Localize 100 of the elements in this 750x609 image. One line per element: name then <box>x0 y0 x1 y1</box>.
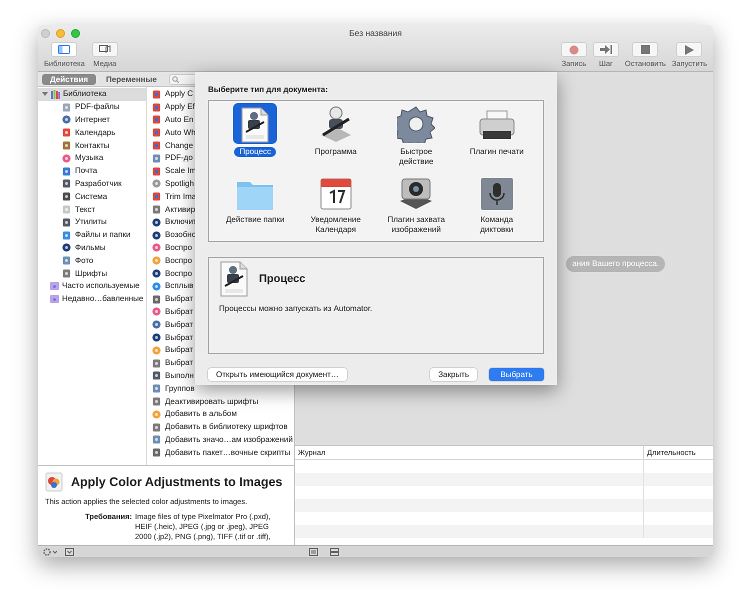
sidebar-item[interactable]: Почта <box>38 164 146 178</box>
app-icon <box>152 205 161 214</box>
app-icon <box>62 256 71 266</box>
action-item[interactable]: Воспро <box>165 268 192 280</box>
sidebar-item[interactable]: Шрифты <box>38 267 146 280</box>
action-item[interactable]: Деактивировать шрифты <box>165 396 258 408</box>
sidebar-item[interactable]: Фильмы <box>38 242 146 254</box>
action-item[interactable]: Добавить значо…ам изображений <box>165 434 293 446</box>
action-item[interactable]: Активир <box>165 204 196 216</box>
document-type[interactable]: Процесс <box>215 103 296 171</box>
document-type[interactable]: Действие папки <box>215 171 296 239</box>
action-item[interactable]: Воспро <box>165 254 192 267</box>
step-icon <box>600 45 612 54</box>
sidebar-item[interactable]: Часто используемые <box>38 280 146 293</box>
app-icon <box>62 205 71 214</box>
document-type[interactable]: Программа <box>296 103 376 171</box>
media-icon <box>98 45 111 54</box>
app-icon <box>152 179 161 188</box>
action-item[interactable]: Выбрат <box>165 344 194 356</box>
sidebar-item[interactable]: Утилиты <box>38 216 146 229</box>
app-icon <box>152 128 161 138</box>
app-icon <box>62 166 71 176</box>
app-icon <box>62 218 71 227</box>
sidebar-item[interactable]: Фото <box>38 254 146 268</box>
app-icon <box>62 154 71 163</box>
action-item[interactable]: Выполн <box>165 370 194 382</box>
disclosure-triangle-icon <box>42 91 48 98</box>
books-icon <box>51 90 60 99</box>
window-title: Без названия <box>349 26 402 40</box>
color-adjust-icon <box>45 472 63 492</box>
action-item[interactable]: Всплыв <box>165 280 194 292</box>
document-type[interactable]: Команда диктовки <box>456 171 537 239</box>
action-item[interactable]: Change <box>165 140 194 152</box>
action-item[interactable]: Добавить пакет…вочные скрипты <box>165 446 290 459</box>
app-icon <box>62 192 71 202</box>
sidebar-item[interactable]: Текст <box>38 203 146 216</box>
app-icon <box>152 192 161 202</box>
zoom-button[interactable] <box>71 29 80 38</box>
action-item[interactable]: Apply C <box>165 88 194 100</box>
action-item[interactable]: Воспро <box>165 242 192 254</box>
action-item[interactable]: Возобно <box>165 229 196 242</box>
app-icon <box>152 358 161 368</box>
app-icon <box>62 128 71 138</box>
app-icon <box>152 397 161 406</box>
document-type[interactable]: Плагин захвата изображений <box>376 171 456 239</box>
app-icon <box>152 448 161 458</box>
sidebar-item[interactable]: Файлы и папки <box>38 228 146 242</box>
sidebar-item[interactable]: Недавно…бавленные <box>38 292 146 306</box>
split-view-icon[interactable] <box>330 548 339 556</box>
action-item[interactable]: Spotligh <box>165 178 194 190</box>
dialog-button[interactable]: Выбрать <box>489 368 544 381</box>
workflow-document-icon <box>219 261 249 297</box>
sidebar-item[interactable]: Интернет <box>38 114 146 126</box>
sidebar-icon <box>58 45 70 54</box>
detail-text: Процессы можно запускать из Automator. <box>219 303 374 315</box>
action-item[interactable]: Включит <box>165 216 197 228</box>
sidebar-item[interactable]: Библиотека <box>38 88 146 101</box>
detail-title: Процесс <box>259 272 306 287</box>
action-item[interactable]: Выбрат <box>165 357 194 370</box>
app-icon <box>62 115 71 124</box>
app-icon <box>152 435 161 444</box>
action-item[interactable]: Выбрат <box>165 318 194 331</box>
dialog-button[interactable]: Открыть имеющийся документ… <box>208 368 347 381</box>
dialog-button[interactable]: Закрыть <box>430 368 477 381</box>
calendar-icon <box>318 177 353 211</box>
sidebar-item[interactable]: Контакты <box>38 139 146 152</box>
app-icon <box>152 90 161 99</box>
action-item[interactable]: Группов <box>165 382 195 395</box>
sidebar-item[interactable]: Разработчик <box>38 178 146 190</box>
app-icon <box>152 384 161 394</box>
app-icon <box>152 166 161 176</box>
action-item[interactable]: PDF-до <box>165 152 193 164</box>
action-item[interactable]: Добавить в альбом <box>165 408 237 420</box>
microphone-icon <box>480 177 514 211</box>
action-item[interactable]: Auto En <box>165 114 194 126</box>
smart-folder-icon <box>50 282 59 290</box>
search-icon <box>172 76 179 82</box>
app-icon <box>152 154 161 163</box>
document-type[interactable]: Уведомление Календаря <box>296 171 376 239</box>
sidebar-item[interactable]: Музыка <box>38 152 146 165</box>
app-icon <box>62 269 71 278</box>
list-view-icon[interactable] <box>309 548 318 556</box>
action-item[interactable]: Выбрат <box>165 332 194 344</box>
collapse-icon[interactable] <box>65 548 74 556</box>
action-item[interactable]: Выбрат <box>165 306 194 318</box>
app-icon <box>62 141 71 150</box>
sidebar-item[interactable]: PDF-файлы <box>38 100 146 114</box>
action-item[interactable]: Apply Ef <box>165 101 195 114</box>
document-type[interactable]: Быстрое действие <box>376 103 456 171</box>
action-item[interactable]: Auto Wh <box>165 126 196 139</box>
app-icon <box>152 410 161 419</box>
play-icon <box>684 44 694 54</box>
action-item[interactable]: Добавить в библиотеку шрифтов <box>165 421 288 434</box>
sidebar-item[interactable]: Система <box>38 190 146 204</box>
settings-icon[interactable] <box>43 548 57 556</box>
document-type[interactable]: Плагин печати <box>456 103 537 171</box>
app-icon <box>62 230 71 240</box>
action-item[interactable]: Выбрат <box>165 293 194 306</box>
tab[interactable]: Переменные <box>98 74 165 84</box>
sidebar-item[interactable]: Календарь <box>38 126 146 140</box>
